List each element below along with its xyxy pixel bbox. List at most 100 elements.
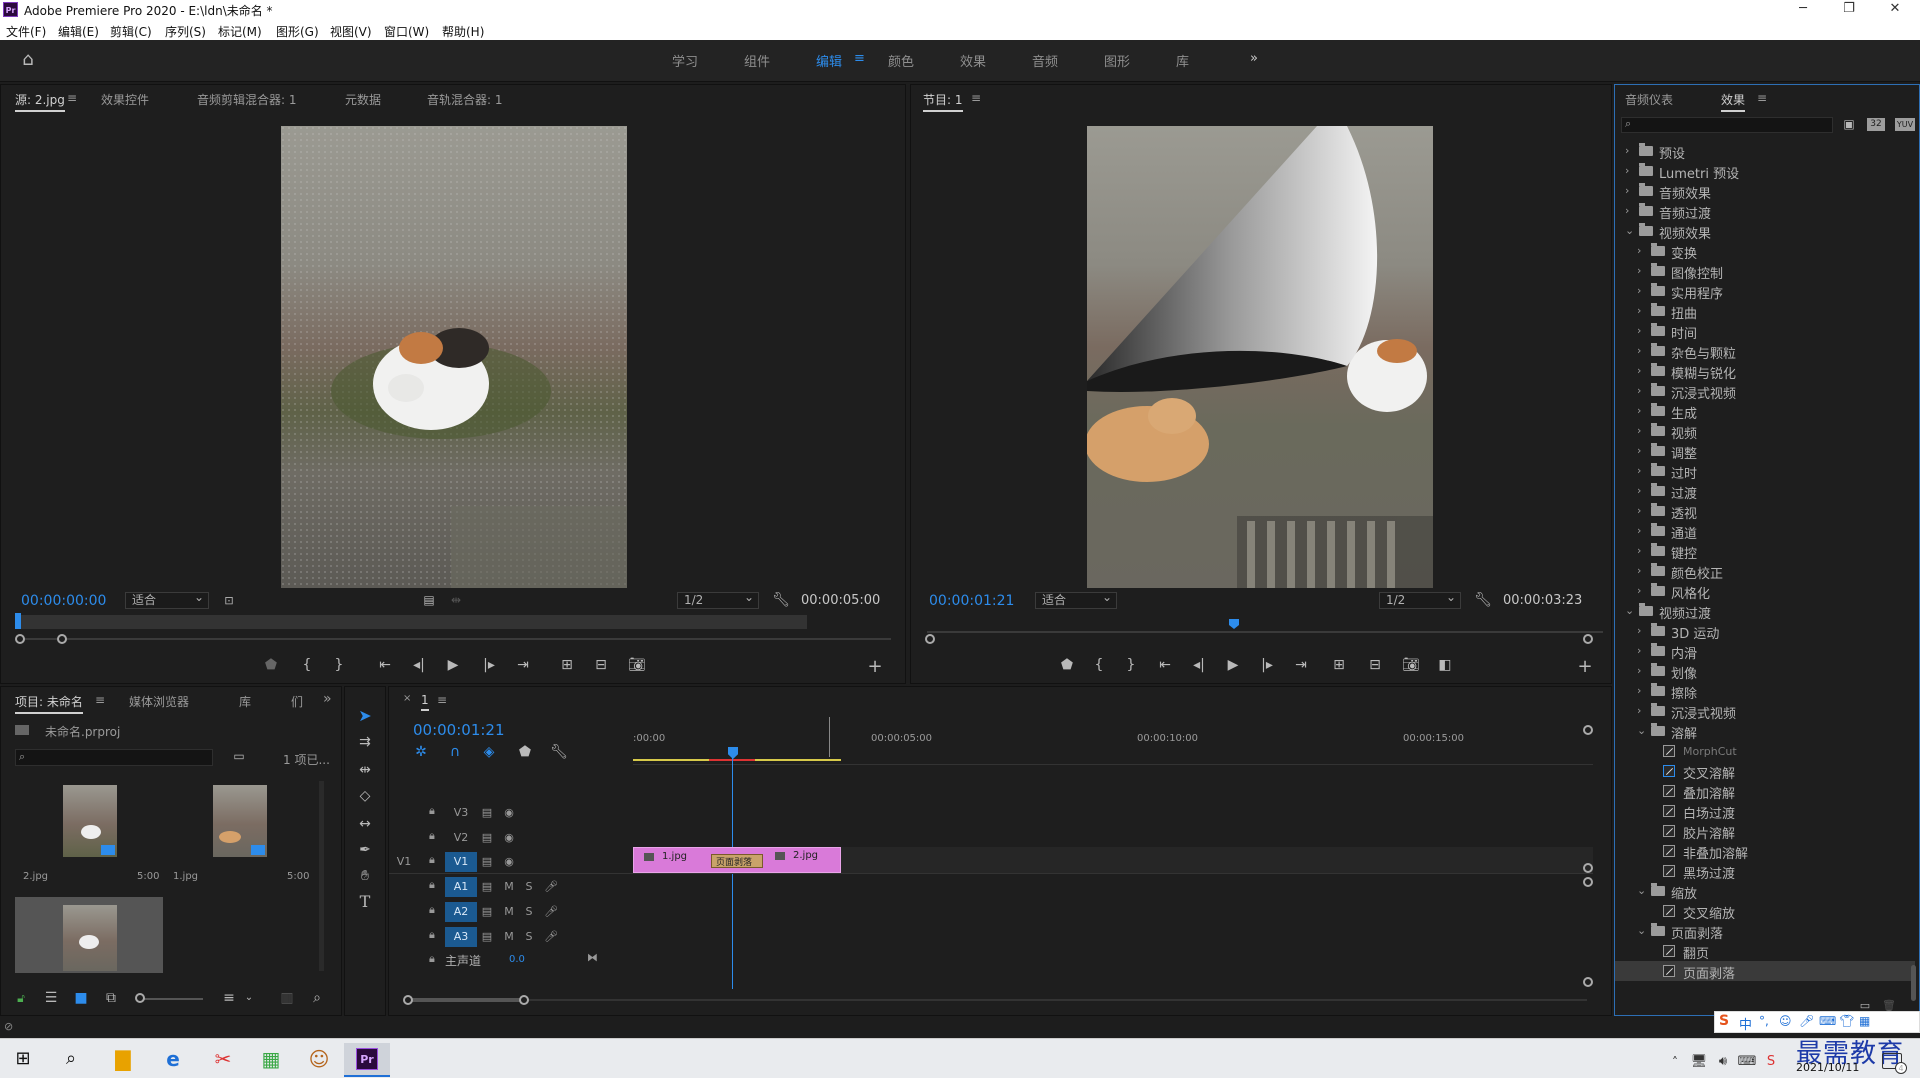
program-zoom-handle-left[interactable] xyxy=(925,634,935,644)
workspace-graphics[interactable]: 图形 xyxy=(1104,51,1130,70)
effects-tree-item[interactable]: › 划像 xyxy=(1615,661,1915,682)
effects-tree-item[interactable]: › 模糊与锐化 xyxy=(1615,361,1915,382)
chevron-right-icon[interactable]: › xyxy=(1625,204,1629,217)
chevron-right-icon[interactable]: › xyxy=(1637,544,1641,557)
tab-effects[interactable]: 效果 xyxy=(1721,91,1746,112)
effects-tree-item[interactable]: › 变换 xyxy=(1615,241,1915,262)
project-search-input[interactable] xyxy=(15,749,213,766)
tab-program[interactable]: 节目: 1 xyxy=(923,91,963,112)
tab-audio-meters[interactable]: 音频仪表 xyxy=(1625,91,1673,108)
chevron-down-icon[interactable]: ⌄ xyxy=(1625,224,1634,237)
tab-libraries[interactable]: 库 xyxy=(239,693,251,710)
chevron-right-icon[interactable]: › xyxy=(1637,704,1641,717)
timeline-zoom-handle-right[interactable] xyxy=(519,995,529,1005)
source-time-ruler[interactable] xyxy=(17,615,891,629)
tab-effects-menu-icon[interactable]: ≡ xyxy=(1757,91,1767,105)
effects-tree-item[interactable]: › 调整 xyxy=(1615,441,1915,462)
project-item-sequence[interactable] xyxy=(15,897,163,973)
workspace-editing[interactable]: 编辑 xyxy=(816,51,842,70)
mark-in-icon[interactable]: { xyxy=(297,656,317,674)
effects-tree-item[interactable]: 页面剥落 xyxy=(1615,961,1915,982)
source-settings-icon[interactable]: ⊡ xyxy=(219,592,239,610)
source-timecode[interactable]: 00:00:00:00 xyxy=(21,593,106,609)
clip-2jpg-label-area[interactable]: 2.jpg xyxy=(775,849,835,869)
effects-tree-item[interactable]: › 透视 xyxy=(1615,501,1915,522)
taskbar-search-icon[interactable]: ⌕ xyxy=(56,1045,86,1073)
timeline-zoom-bar[interactable] xyxy=(407,998,523,1002)
program-mark-in-icon[interactable]: { xyxy=(1089,656,1109,674)
timeline-zoom-handle-left[interactable] xyxy=(403,995,413,1005)
program-go-to-out-icon[interactable]: ⇥ xyxy=(1291,656,1311,674)
type-tool-icon[interactable]: T xyxy=(355,893,375,911)
effects-tree-item[interactable]: › 杂色与颗粒 xyxy=(1615,341,1915,362)
effects-tree-item[interactable]: 胶片溶解 xyxy=(1615,821,1915,842)
program-step-back-icon[interactable]: ◂| xyxy=(1189,656,1209,674)
minimize-icon[interactable]: ─ xyxy=(1780,0,1826,20)
effects-tree-item[interactable]: › 过时 xyxy=(1615,461,1915,482)
chevron-right-icon[interactable]: › xyxy=(1637,304,1641,317)
program-playhead[interactable] xyxy=(1229,619,1239,629)
program-export-frame-icon[interactable]: 📷︎ xyxy=(1401,656,1421,674)
tab-audio-clip-mixer[interactable]: 音频剪辑混合器: 1 xyxy=(197,91,297,108)
effects-tree-item[interactable]: ⌄ 视频过渡 xyxy=(1615,601,1915,622)
file-explorer-icon[interactable]: ▇ xyxy=(108,1045,138,1073)
effects-tree-item[interactable]: ⌄ 视频效果 xyxy=(1615,221,1915,242)
go-to-end-icon[interactable]: ⧓ xyxy=(587,951,598,964)
slip-tool-icon[interactable]: ↔ xyxy=(355,815,375,833)
effects-tree-item[interactable]: › 视频 xyxy=(1615,421,1915,442)
source-fit-dropdown[interactable]: 适合 xyxy=(125,590,209,609)
voiceover-mic-icon[interactable]: 🎤︎ xyxy=(535,877,567,897)
menu-marker[interactable]: 标记(M) xyxy=(218,23,262,40)
effects-tree-item[interactable]: › 颜色校正 xyxy=(1615,561,1915,582)
chevron-right-icon[interactable]: › xyxy=(1637,564,1641,577)
effects-tree-item[interactable]: › 擦除 xyxy=(1615,681,1915,702)
timeline-vscroll-handle[interactable] xyxy=(1583,863,1593,873)
more-workspaces-icon[interactable]: » xyxy=(1250,51,1258,66)
effects-tree-item[interactable]: 翻页 xyxy=(1615,941,1915,962)
program-play-icon[interactable]: ▶ xyxy=(1223,656,1243,674)
menu-sequence[interactable]: 序列(S) xyxy=(165,23,206,40)
chevron-right-icon[interactable]: › xyxy=(1637,244,1641,257)
menu-edit[interactable]: 编辑(E) xyxy=(58,23,99,40)
effects-tree-item[interactable]: › 沉浸式视频 xyxy=(1615,381,1915,402)
program-resolution-dropdown[interactable]: 1/2 xyxy=(1379,590,1461,609)
menu-file[interactable]: 文件(F) xyxy=(6,23,46,40)
toggle-output-icon[interactable]: ◉ xyxy=(493,852,525,872)
track-lock-icon[interactable]: 🔒︎ xyxy=(429,928,435,942)
chevron-right-icon[interactable]: › xyxy=(1637,624,1641,637)
tab-effect-controls[interactable]: 效果控件 xyxy=(101,91,149,108)
selection-tool-icon[interactable]: ➤ xyxy=(355,707,375,725)
lock-icon[interactable]: 🔓︎ xyxy=(11,989,31,1007)
program-step-forward-icon[interactable]: |▸ xyxy=(1257,656,1277,674)
program-wrench-icon[interactable]: 🔧︎ xyxy=(1473,591,1493,609)
menu-clip[interactable]: 剪辑(C) xyxy=(110,23,152,40)
effects-tree-item[interactable]: › 生成 xyxy=(1615,401,1915,422)
effects-tree-item[interactable]: › 扭曲 xyxy=(1615,301,1915,322)
chevron-right-icon[interactable]: › xyxy=(1637,344,1641,357)
source-drag-video-icon[interactable]: ▤ xyxy=(419,591,439,609)
workspace-libraries[interactable]: 库 xyxy=(1176,51,1189,70)
sort-dropdown-icon[interactable]: ⌄ xyxy=(239,989,259,1007)
program-button-editor-icon[interactable]: + xyxy=(1575,658,1595,676)
effects-tree-item[interactable]: › Lumetri 预设 xyxy=(1615,161,1915,182)
tab-project[interactable]: 项目: 未命名 xyxy=(15,693,83,714)
workspace-menu-icon[interactable]: ≡ xyxy=(854,51,865,66)
menu-help[interactable]: 帮助(H) xyxy=(442,23,484,40)
effects-tree-item[interactable]: › 时间 xyxy=(1615,321,1915,342)
program-time-ruler[interactable] xyxy=(927,631,1603,633)
chevron-right-icon[interactable]: › xyxy=(1637,384,1641,397)
freeform-view-icon[interactable]: ⧉ xyxy=(101,989,121,1007)
effects-search-input[interactable] xyxy=(1621,117,1833,133)
automate-to-sequence-icon[interactable]: ▥ xyxy=(277,989,297,1007)
yuv-effects-icon[interactable]: YUV xyxy=(1895,118,1915,131)
tab-metadata[interactable]: 元数据 xyxy=(345,91,381,108)
chevron-right-icon[interactable]: › xyxy=(1637,484,1641,497)
snipping-tool-icon[interactable]: ✂ xyxy=(208,1045,238,1073)
source-patch-v1[interactable]: V1 xyxy=(389,852,419,872)
chevron-right-icon[interactable]: › xyxy=(1637,644,1641,657)
effects-tree-item[interactable]: 非叠加溶解 xyxy=(1615,841,1915,862)
effects-tree-item[interactable]: 叠加溶解 xyxy=(1615,781,1915,802)
ripple-edit-tool-icon[interactable]: ⇹ xyxy=(355,761,375,779)
effects-tree-item[interactable]: › 内滑 xyxy=(1615,641,1915,662)
timeline-vscroll-handle[interactable] xyxy=(1583,725,1593,735)
